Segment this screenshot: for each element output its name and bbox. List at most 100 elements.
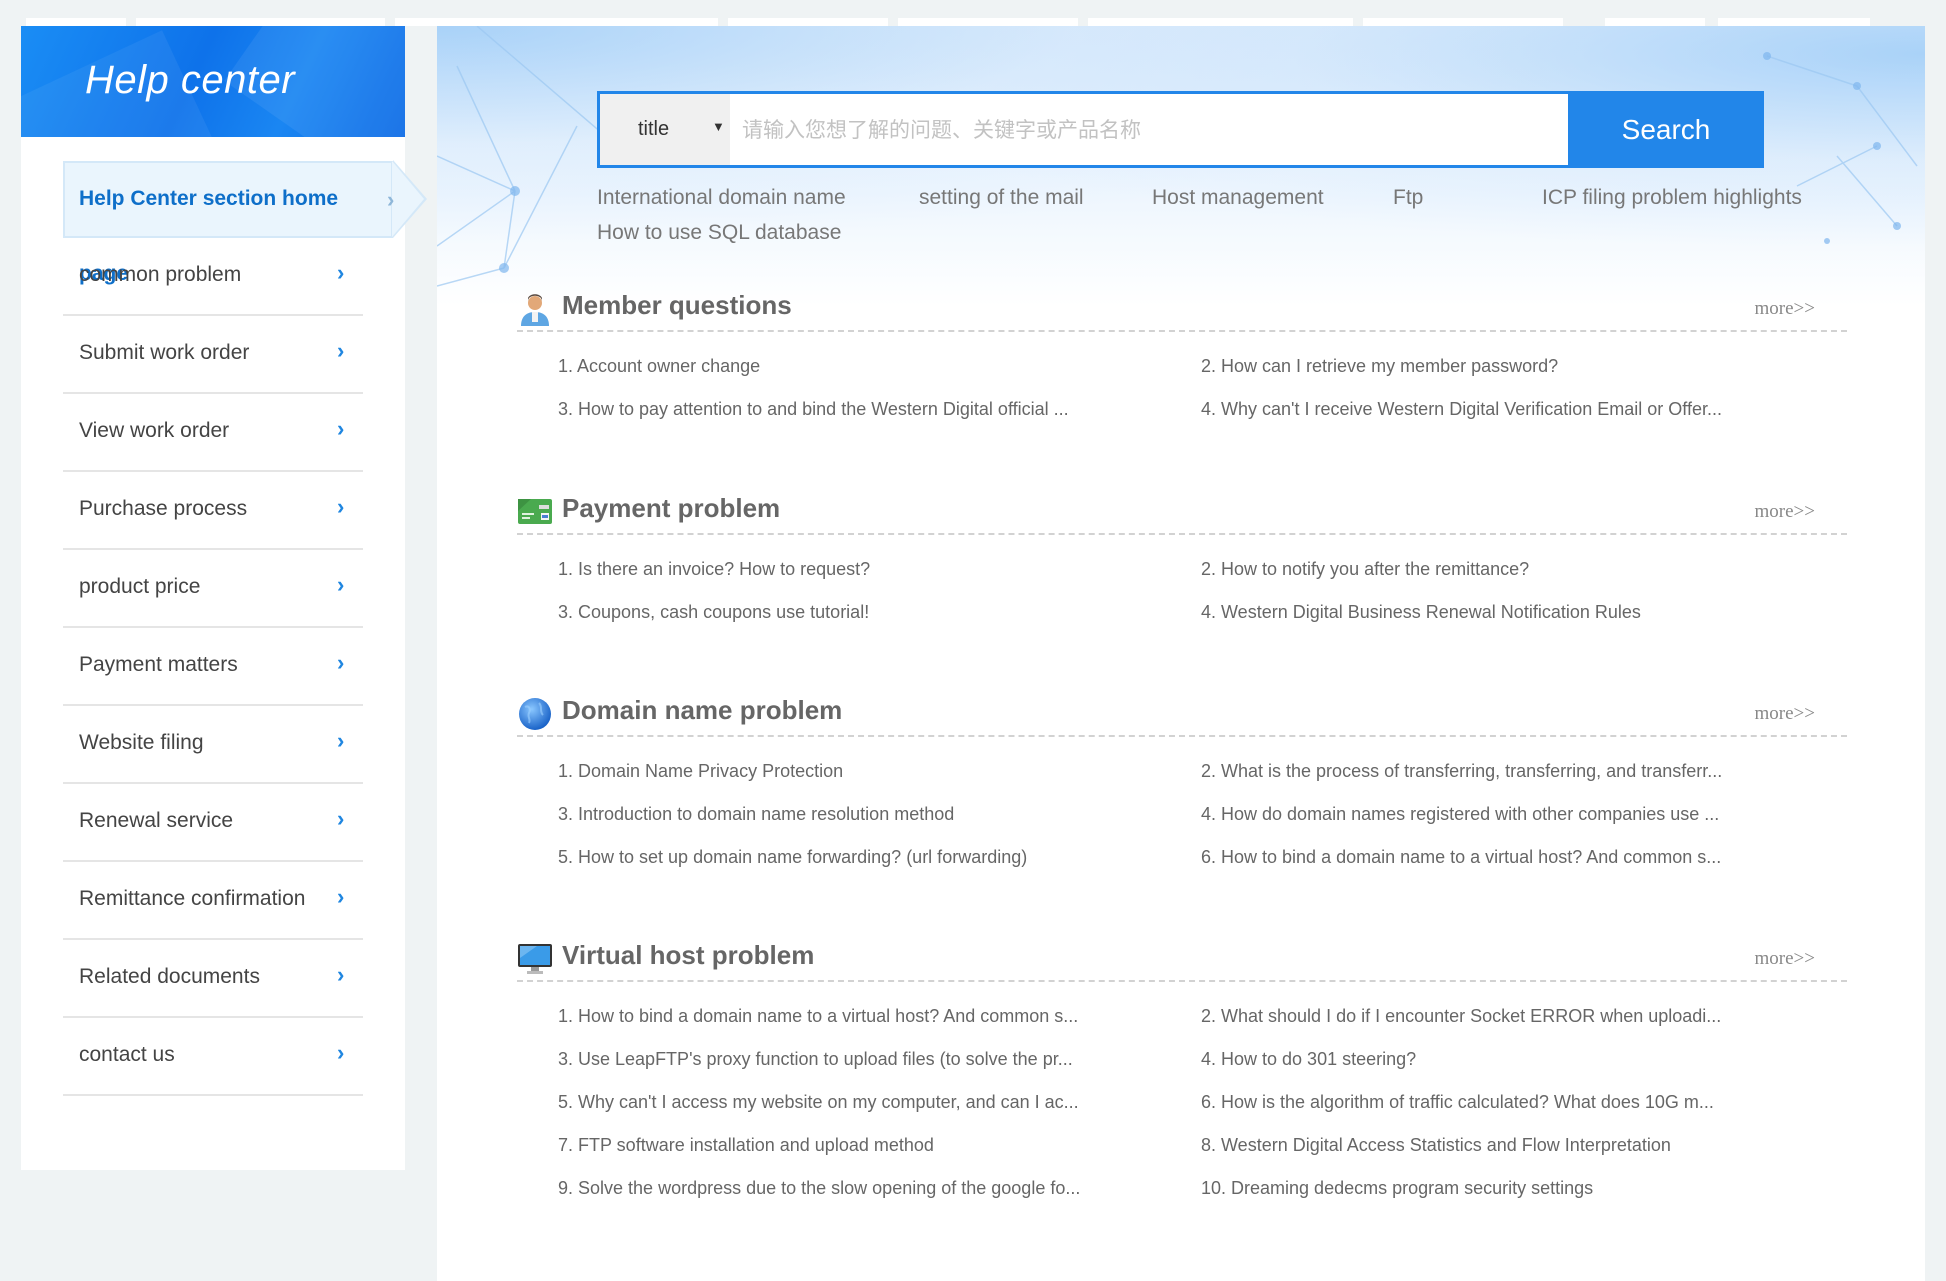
quick-link[interactable]: International domain name	[597, 186, 846, 210]
chevron-right-icon: ›	[337, 338, 345, 363]
chevron-right-icon: ›	[337, 1040, 345, 1065]
sidebar-item[interactable]: Help Center section home page ›	[63, 160, 427, 285]
faq-link[interactable]: 4. How to do 301 steering?	[1201, 1049, 1416, 1070]
sidebar-item-label: Purchase process	[79, 497, 248, 520]
search-bar: title ▼ Search	[597, 91, 1764, 168]
sidebar-item[interactable]: product price ›	[63, 550, 363, 628]
faq-link[interactable]: 9. Solve the wordpress due to the slow o…	[558, 1178, 1080, 1199]
sidebar-header: Help center	[21, 26, 405, 137]
faq-link[interactable]: 5. How to set up domain name forwarding?…	[558, 847, 1027, 868]
credit-card-icon	[517, 493, 553, 529]
quick-link[interactable]: setting of the mail	[919, 186, 1084, 210]
faq-link[interactable]: 3. Use LeapFTP's proxy function to uploa…	[558, 1049, 1073, 1070]
section-header: Virtual host problem more>>	[517, 934, 1847, 982]
sidebar-item[interactable]: Renewal service ›	[63, 784, 363, 862]
chevron-right-icon: ›	[337, 416, 345, 441]
faq-section: Member questions more>> 1. Account owner c…	[517, 284, 1847, 419]
search-button[interactable]: Search	[1568, 91, 1764, 168]
top-nav-strip	[26, 18, 126, 26]
chevron-right-icon: ›	[337, 806, 345, 831]
quick-link[interactable]: How to use SQL database	[597, 221, 841, 245]
faq-link[interactable]: 6. How to bind a domain name to a virtua…	[1201, 847, 1721, 868]
top-nav-strip	[136, 18, 385, 26]
more-link[interactable]: more>>	[1755, 298, 1815, 320]
faq-link[interactable]: 6. How is the algorithm of traffic calcu…	[1201, 1092, 1714, 1113]
faq-link[interactable]: 2. How to notify you after the remittanc…	[1201, 559, 1529, 580]
faq-link[interactable]: 4. How do domain names registered with o…	[1201, 804, 1719, 825]
top-nav-strip	[1363, 18, 1563, 26]
faq-link[interactable]: 1. Domain Name Privacy Protection	[558, 761, 843, 782]
faq-link[interactable]: 1. How to bind a domain name to a virtua…	[558, 1006, 1078, 1027]
faq-link[interactable]: 10. Dreaming dedecms program security se…	[1201, 1178, 1593, 1199]
faq-link[interactable]: 5. Why can't I access my website on my c…	[558, 1092, 1079, 1113]
faq-link[interactable]: 3. Coupons, cash coupons use tutorial!	[558, 602, 869, 623]
search-input[interactable]	[740, 94, 1574, 167]
caret-down-icon: ▼	[712, 119, 725, 134]
sidebar-item-label: product price	[79, 575, 201, 598]
faq-link[interactable]: 8. Western Digital Access Statistics and…	[1201, 1135, 1671, 1156]
sidebar-item[interactable]: Website filing ›	[63, 706, 363, 784]
sidebar-item-label: contact us	[79, 1043, 175, 1066]
chevron-right-icon: ›	[387, 187, 395, 212]
faq-link[interactable]: 7. FTP software installation and upload …	[558, 1135, 934, 1156]
globe-icon	[517, 695, 553, 731]
faq-link[interactable]: 1. Account owner change	[558, 356, 760, 377]
faq-section: Domain name problem more>> 1. Domain Name …	[517, 689, 1847, 867]
faq-link[interactable]: 2. What is the process of transferring, …	[1201, 761, 1722, 782]
sidebar-item[interactable]: Purchase process ›	[63, 472, 363, 550]
sidebar-item-label: Submit work order	[79, 341, 250, 364]
top-nav-strip	[395, 18, 718, 26]
sidebar-nav: Help Center section home page › common pro…	[63, 160, 427, 1096]
sidebar-item[interactable]: common problem ›	[63, 238, 363, 316]
user-icon	[517, 290, 553, 326]
top-nav-strip	[898, 18, 1078, 26]
quick-link[interactable]: ICP filing problem highlights	[1542, 186, 1802, 210]
section-header: Payment problem more>>	[517, 487, 1847, 535]
faq-link[interactable]: 3. How to pay attention to and bind the …	[558, 399, 1069, 420]
sidebar-item[interactable]: Submit work order ›	[63, 316, 363, 394]
sidebar-item[interactable]: Related documents ›	[63, 940, 363, 1018]
sidebar-item-label: Payment matters	[79, 653, 238, 676]
chevron-right-icon: ›	[337, 494, 345, 519]
top-nav-strip	[1088, 18, 1353, 26]
sidebar-item[interactable]: View work order ›	[63, 394, 363, 472]
more-link[interactable]: more>>	[1755, 948, 1815, 970]
faq-link[interactable]: 1. Is there an invoice? How to request?	[558, 559, 870, 580]
sidebar-title: Help center	[85, 58, 296, 102]
sidebar: Help center Help Center section home pag…	[21, 26, 427, 1170]
hero-banner: title ▼ Search International domain name…	[437, 26, 1925, 306]
chevron-right-icon: ›	[337, 884, 345, 909]
monitor-icon	[517, 940, 553, 976]
chevron-right-icon: ›	[337, 650, 345, 675]
section-title: Member questions	[562, 290, 792, 320]
section-title: Payment problem	[562, 493, 781, 523]
faq-link[interactable]: 4. Western Digital Business Renewal Noti…	[1201, 602, 1641, 623]
top-nav-strip	[1605, 18, 1705, 26]
quick-link[interactable]: Host management	[1152, 186, 1324, 210]
more-link[interactable]: more>>	[1755, 501, 1815, 523]
faq-link[interactable]: 2. How can I retrieve my member password…	[1201, 356, 1558, 377]
chevron-right-icon: ›	[337, 728, 345, 753]
section-header: Member questions more>>	[517, 284, 1847, 332]
more-link[interactable]: more>>	[1755, 703, 1815, 725]
sidebar-item-label: Related documents	[79, 965, 260, 988]
sidebar-item-label: Help Center section home page	[79, 187, 339, 285]
sidebar-item-label: Website filing	[79, 731, 204, 754]
quick-link[interactable]: Ftp	[1393, 186, 1423, 210]
faq-link[interactable]: 4. Why can't I receive Western Digital V…	[1201, 399, 1722, 420]
sidebar-item[interactable]: Payment matters ›	[63, 628, 363, 706]
sidebar-item-label: View work order	[79, 419, 230, 442]
search-field-select[interactable]: title ▼	[600, 94, 730, 165]
faq-link[interactable]: 2. What should I do if I encounter Socke…	[1201, 1006, 1721, 1027]
top-nav-strip	[1718, 18, 1870, 26]
top-nav-strip	[728, 18, 888, 26]
faq-link[interactable]: 3. Introduction to domain name resolutio…	[558, 804, 954, 825]
chevron-right-icon: ›	[337, 962, 345, 987]
section-header: Domain name problem more>>	[517, 689, 1847, 737]
main-content: title ▼ Search International domain name…	[437, 26, 1925, 1281]
faq-section: Virtual host problem more>> 1. How to bind…	[517, 934, 1847, 1198]
sidebar-item[interactable]: Remittance confirmation ›	[63, 862, 363, 940]
search-select-value: title	[638, 118, 670, 140]
chevron-right-icon: ›	[337, 572, 345, 597]
sidebar-item[interactable]: contact us ›	[63, 1018, 363, 1096]
